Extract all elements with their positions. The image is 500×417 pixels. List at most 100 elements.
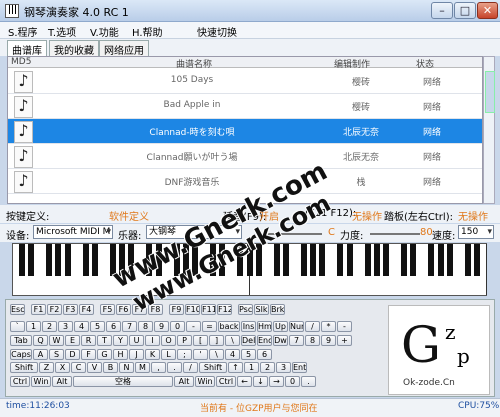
keyboard-key[interactable]: 7 <box>122 321 137 332</box>
keyboard-key[interactable]: V <box>87 362 102 373</box>
keyboard-key[interactable]: F5 <box>100 304 115 315</box>
tremolo-value[interactable]: 无操作 <box>458 208 488 223</box>
black-key[interactable] <box>428 244 435 276</box>
keyboard-key[interactable]: Slk <box>254 304 269 315</box>
black-key[interactable] <box>401 244 408 276</box>
keyboard-key[interactable]: ] <box>209 335 224 346</box>
keyboard-key[interactable]: Ent <box>292 362 307 373</box>
keyboard-key[interactable]: Ins <box>241 321 256 332</box>
keyboard-key[interactable]: F11 <box>201 304 216 315</box>
keyboard-key[interactable]: 2 <box>260 362 275 373</box>
keyboard-key[interactable]: 3 <box>276 362 291 373</box>
black-key[interactable] <box>364 244 371 276</box>
header-md5[interactable]: MD5 <box>11 57 31 67</box>
keyboard-key[interactable]: F12 <box>217 304 232 315</box>
keyboard-key[interactable]: End <box>257 335 272 346</box>
keyboard-key[interactable]: M <box>135 362 150 373</box>
keyboard-key[interactable]: S <box>49 349 64 360</box>
black-key[interactable] <box>55 244 62 276</box>
keyboard-key[interactable]: C <box>71 362 86 373</box>
black-key[interactable] <box>446 244 453 276</box>
keyboard-key[interactable]: F2 <box>47 304 62 315</box>
keyboard-key[interactable]: 2 <box>42 321 57 332</box>
keyboard-key[interactable]: F1 <box>31 304 46 315</box>
keyboard-key[interactable]: Hm <box>257 321 272 332</box>
keyboard-key[interactable]: Alt <box>52 376 72 387</box>
keyboard-key[interactable]: D <box>65 349 80 360</box>
keyboard-key[interactable]: N <box>119 362 134 373</box>
keyboard-key[interactable]: F10 <box>185 304 200 315</box>
keyboard-key[interactable]: Q <box>33 335 48 346</box>
keyboard-key[interactable]: 4 <box>225 349 240 360</box>
keyboard-key[interactable]: X <box>55 362 70 373</box>
close-button[interactable]: ✕ <box>477 2 498 19</box>
black-key[interactable] <box>410 244 417 276</box>
keyboard-key[interactable]: Shift <box>10 362 38 373</box>
keyboard-key[interactable]: - <box>337 321 352 332</box>
keyboard-key[interactable]: Caps <box>10 349 32 360</box>
keyboard-key[interactable]: 8 <box>138 321 153 332</box>
keyboard-key[interactable]: Del <box>241 335 256 346</box>
keyboard-key[interactable]: R <box>81 335 96 346</box>
list-scrollbar[interactable] <box>483 56 495 204</box>
black-key[interactable] <box>273 244 280 276</box>
song-row[interactable]: ♪ Bad Apple in 樱砖 网络 <box>8 94 482 119</box>
menu-functions[interactable]: V.功能 <box>90 24 119 39</box>
keyboard-key[interactable]: → <box>269 376 284 387</box>
keyboard-key[interactable]: ' <box>193 349 208 360</box>
keyboard-key[interactable]: = <box>202 321 217 332</box>
keyboard-key[interactable]: B <box>103 362 118 373</box>
keyboard-key[interactable]: Dw <box>273 335 288 346</box>
keyboard-key[interactable]: Ctrl <box>10 376 30 387</box>
keyboard-key[interactable]: Alt <box>174 376 194 387</box>
black-key[interactable] <box>437 244 444 276</box>
tab-favorites[interactable]: 我的收藏 <box>49 40 99 57</box>
keyboard-key[interactable]: Shift <box>199 362 227 373</box>
keyboard-key[interactable]: O <box>161 335 176 346</box>
keyboard-key[interactable]: Num <box>289 321 304 332</box>
force-slider[interactable] <box>370 233 420 235</box>
keyboard-key[interactable]: * <box>321 321 336 332</box>
keyboard-key[interactable]: . <box>301 376 316 387</box>
speed-select[interactable]: 150 <box>458 225 494 239</box>
keyboard-key[interactable]: Win <box>31 376 51 387</box>
keyboard-key[interactable]: + <box>337 335 352 346</box>
black-key[interactable] <box>346 244 353 276</box>
black-key[interactable] <box>337 244 344 276</box>
black-key[interactable] <box>301 244 308 276</box>
black-key[interactable] <box>373 244 380 276</box>
keyboard-key[interactable]: Up <box>273 321 288 332</box>
black-key[interactable] <box>82 244 89 276</box>
keyboard-key[interactable]: - <box>186 321 201 332</box>
black-key[interactable] <box>282 244 289 276</box>
black-key[interactable] <box>473 244 480 276</box>
keyboard-key[interactable]: ; <box>177 349 192 360</box>
keyboard-key[interactable]: , <box>151 362 166 373</box>
keyboard-key[interactable]: U <box>129 335 144 346</box>
keyboard-key[interactable]: E <box>65 335 80 346</box>
keyboard-key[interactable]: Z <box>39 362 54 373</box>
keyboard-key[interactable]: Tab <box>10 335 32 346</box>
keyboard-key[interactable]: A <box>33 349 48 360</box>
black-key[interactable] <box>382 244 389 276</box>
keyboard-key[interactable]: ↑ <box>228 362 243 373</box>
keyboard-key[interactable]: F6 <box>116 304 131 315</box>
keyboard-key[interactable]: Ctrl <box>216 376 236 387</box>
black-key[interactable] <box>464 244 471 276</box>
keyboard-key[interactable]: Psc <box>238 304 253 315</box>
keyboard-key[interactable]: 5 <box>90 321 105 332</box>
keyboard-key[interactable]: F3 <box>63 304 78 315</box>
keyboard-key[interactable]: F9 <box>169 304 184 315</box>
keyboard-key[interactable]: 0 <box>285 376 300 387</box>
maximize-button[interactable]: □ <box>454 2 476 19</box>
keyboard-key[interactable]: Y <box>113 335 128 346</box>
keyboard-key[interactable]: \ <box>209 349 224 360</box>
menu-help[interactable]: H.帮助 <box>132 24 163 39</box>
device-select[interactable]: Microsoft MIDI M <box>33 225 113 239</box>
menu-program[interactable]: S.程序 <box>8 24 38 39</box>
keyboard-key[interactable]: I <box>145 335 160 346</box>
keyboard-key[interactable]: Esc <box>10 304 25 315</box>
keyboard-key[interactable]: 6 <box>106 321 121 332</box>
keyboard-key[interactable]: 3 <box>58 321 73 332</box>
black-key[interactable] <box>46 244 53 276</box>
